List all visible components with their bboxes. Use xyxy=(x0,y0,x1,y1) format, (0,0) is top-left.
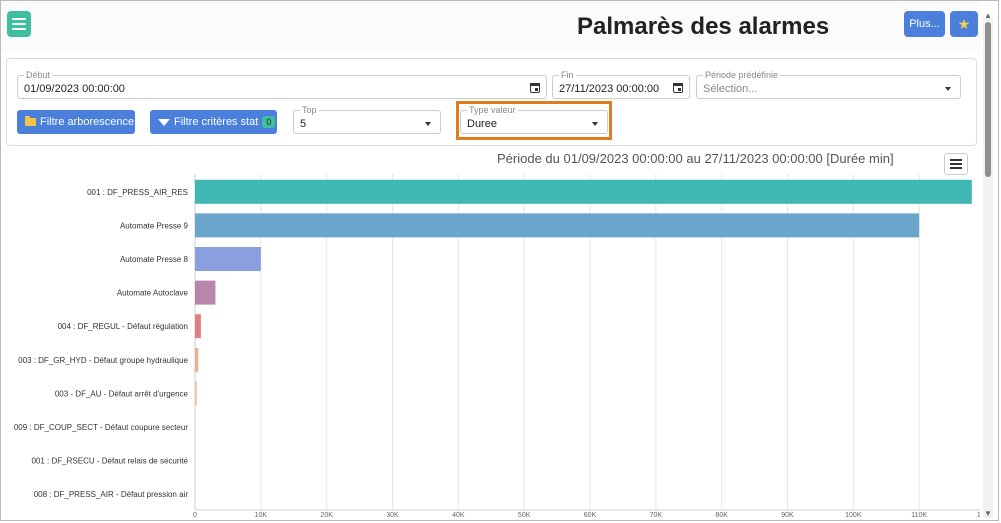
page-title: Palmarès des alarmes xyxy=(577,13,830,40)
bar-chart: 0 10K 20K 30K 40K 50K 60K 70K 80K 90K 100K 110K 120K… xyxy=(14,174,980,519)
category-label: 001 : DF_PRESS_AIR_RES xyxy=(87,188,188,197)
category-label: 009 : DF_COUP_SECT - Défaut coupure sect… xyxy=(14,423,188,432)
filter-icon xyxy=(158,118,170,126)
filtre-arborescence-label: Filtre arborescence xyxy=(40,116,135,128)
bar xyxy=(195,213,920,238)
fin-value: 27/11/2023 00:00:00 xyxy=(559,83,660,95)
category-label: 004 : DF_REGUL - Défaut régulation xyxy=(58,322,188,331)
x-tick-label: 10K xyxy=(255,512,268,519)
top-select[interactable]: Top 5 xyxy=(293,104,441,134)
x-tick-label: 90K xyxy=(781,512,794,519)
bar xyxy=(195,381,197,406)
calendar-icon[interactable] xyxy=(673,83,683,93)
filtre-criteres-label: Filtre critères stat xyxy=(174,116,259,128)
bar xyxy=(195,314,201,339)
x-tick-label: 0 xyxy=(193,512,197,519)
x-tick-label: 120K xyxy=(977,512,980,519)
category-label: Automate Autoclave xyxy=(117,289,189,298)
chevron-down-icon xyxy=(945,87,951,91)
chart-title: Période du 01/09/2023 00:00:00 au 27/11/… xyxy=(497,151,894,166)
periode-label: Période prédéfinie xyxy=(703,69,781,81)
x-tick-label: 50K xyxy=(518,512,531,519)
filtre-arborescence-button[interactable]: Filtre arborescence xyxy=(17,110,135,134)
debut-value: 01/09/2023 00:00:00 xyxy=(24,83,125,95)
debut-label: Début xyxy=(24,69,53,81)
hamburger-icon xyxy=(950,159,962,161)
calendar-icon[interactable] xyxy=(530,83,540,93)
scrollbar-thumb[interactable] xyxy=(985,22,991,177)
x-tick-label: 100K xyxy=(845,512,862,519)
bar xyxy=(195,247,261,271)
filtre-criteres-button[interactable]: Filtre critères stat 0 xyxy=(150,110,277,134)
category-label: Automate Presse 8 xyxy=(120,255,189,264)
x-tick-label: 30K xyxy=(386,512,399,519)
scroll-down-arrow-icon[interactable]: ▼ xyxy=(984,509,992,518)
favorite-button[interactable]: ★ xyxy=(950,11,978,37)
star-icon: ★ xyxy=(957,15,971,32)
x-tick-label: 60K xyxy=(584,512,597,519)
x-tick-label: 110K xyxy=(911,512,927,519)
category-label: Automate Presse 9 xyxy=(120,221,189,230)
x-tick-label: 70K xyxy=(650,512,663,519)
category-label: 008 : DF_PRESS_AIR - Défaut pression air xyxy=(34,490,189,499)
type-valeur-highlight xyxy=(456,101,612,140)
header-bar xyxy=(1,1,981,51)
menu-button[interactable] xyxy=(7,11,31,37)
scroll-up-arrow-icon[interactable]: ▲ xyxy=(984,11,992,20)
fin-field[interactable]: Fin 27/11/2023 00:00:00 xyxy=(552,69,690,99)
bar xyxy=(195,179,972,204)
bar xyxy=(195,347,199,372)
x-tick-label: 80K xyxy=(715,512,728,519)
folder-icon xyxy=(25,116,36,126)
hamburger-icon xyxy=(12,18,26,20)
x-tick-label: 20K xyxy=(320,512,333,519)
category-label: 001 : DF_RSECU - Défaut relais de sécuri… xyxy=(31,457,188,466)
top-value: 5 xyxy=(300,118,307,130)
category-label: 003 : DF_GR_HYD - Défaut groupe hydrauli… xyxy=(18,356,188,365)
top-label: Top xyxy=(300,104,319,116)
periode-select[interactable]: Période prédéfinie Sélection... xyxy=(696,69,961,99)
fin-label: Fin xyxy=(559,69,576,81)
bar xyxy=(195,280,216,305)
debut-field[interactable]: Début 01/09/2023 00:00:00 xyxy=(17,69,547,99)
category-label: 003 - DF_AU - Défaut arrêt d'urgence xyxy=(55,389,189,398)
chevron-down-icon xyxy=(425,122,431,126)
count-badge: 0 xyxy=(262,116,276,128)
periode-placeholder: Sélection... xyxy=(703,83,758,95)
plus-button[interactable]: Plus... xyxy=(904,11,945,37)
x-tick-label: 40K xyxy=(452,512,465,519)
